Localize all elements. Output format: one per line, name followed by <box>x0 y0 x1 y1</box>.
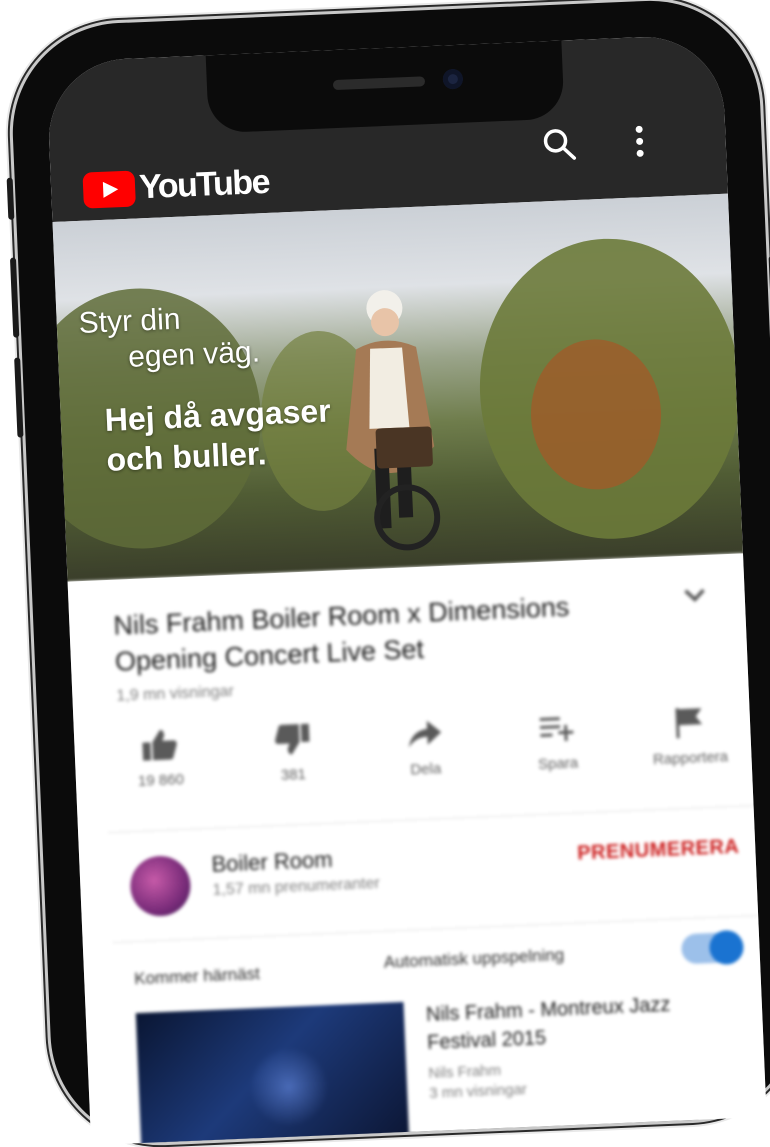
toggle-knob <box>708 929 745 966</box>
view-count: 1,9 mn visningar <box>116 682 235 705</box>
channel-name[interactable]: Boiler Room <box>211 847 333 878</box>
next-video-views: 3 mn visningar <box>428 1080 528 1102</box>
phone-frame: YouTube Styr din egen väg. Hej då avgase… <box>6 0 770 1147</box>
dislike-button[interactable]: 381 <box>236 720 350 815</box>
flag-icon <box>675 708 703 739</box>
video-title[interactable]: Nils Frahm Boiler Room x Dimensions Open… <box>113 586 636 680</box>
like-button[interactable]: 19 860 <box>104 726 218 821</box>
channel-avatar[interactable] <box>129 854 192 918</box>
more-vert-icon[interactable] <box>619 121 661 163</box>
like-count: 19 860 <box>137 770 185 790</box>
subscriber-count: 1,57 mn prenumeranter <box>212 874 381 899</box>
thumbs-down-icon <box>274 723 309 755</box>
save-button[interactable]: Spara <box>501 709 615 804</box>
action-bar: 19 860 381 Dela Spara Rapportera <box>104 703 747 820</box>
report-label: Rapportera <box>652 748 729 769</box>
dislike-count: 381 <box>280 765 307 784</box>
ad-tagline-line2: egen väg. <box>127 335 261 374</box>
notch <box>205 40 565 134</box>
search-icon[interactable] <box>539 124 581 166</box>
report-button[interactable]: Rapportera <box>633 703 747 798</box>
front-camera <box>442 68 464 90</box>
speaker-grille <box>332 76 426 91</box>
ad-tagline-line1: Styr din <box>78 302 182 340</box>
channel-row: Boiler Room 1,57 mn prenumeranter PRENUM… <box>129 825 752 931</box>
next-video-title[interactable]: Nils Frahm - Montreux Jazz Festival 2015 <box>425 988 727 1057</box>
silent-switch <box>6 177 15 220</box>
video-details: Nils Frahm Boiler Room x Dimensions Open… <box>67 553 767 1146</box>
next-video-channel: Nils Frahm <box>428 1061 502 1082</box>
subscribe-button[interactable]: PRENUMERERA <box>577 836 740 866</box>
chevron-down-icon[interactable] <box>680 581 709 610</box>
save-label: Spara <box>537 754 579 774</box>
video-player[interactable]: Styr din egen väg. Hej då avgaser och bu… <box>52 193 743 582</box>
phone-screen: YouTube Styr din egen väg. Hej då avgase… <box>45 33 767 1146</box>
next-video-thumbnail[interactable] <box>135 1001 410 1146</box>
brand-name: YouTube <box>138 162 270 207</box>
up-next-label: Kommer härnäst <box>133 963 261 989</box>
thumbs-up-icon <box>142 729 177 761</box>
autoplay-label: Automatisk uppspelning <box>383 945 565 972</box>
share-button[interactable]: Dela <box>369 715 483 810</box>
share-label: Dela <box>409 760 442 779</box>
youtube-logo[interactable]: YouTube <box>82 162 270 210</box>
volume-up-button <box>9 257 20 338</box>
share-icon <box>408 720 442 748</box>
add-to-playlist-icon <box>539 717 573 742</box>
play-logo-icon <box>82 170 136 209</box>
ad-headline: Hej då avgaser och buller. <box>104 391 333 480</box>
autoplay-toggle[interactable] <box>680 929 745 966</box>
volume-down-button <box>14 357 24 438</box>
